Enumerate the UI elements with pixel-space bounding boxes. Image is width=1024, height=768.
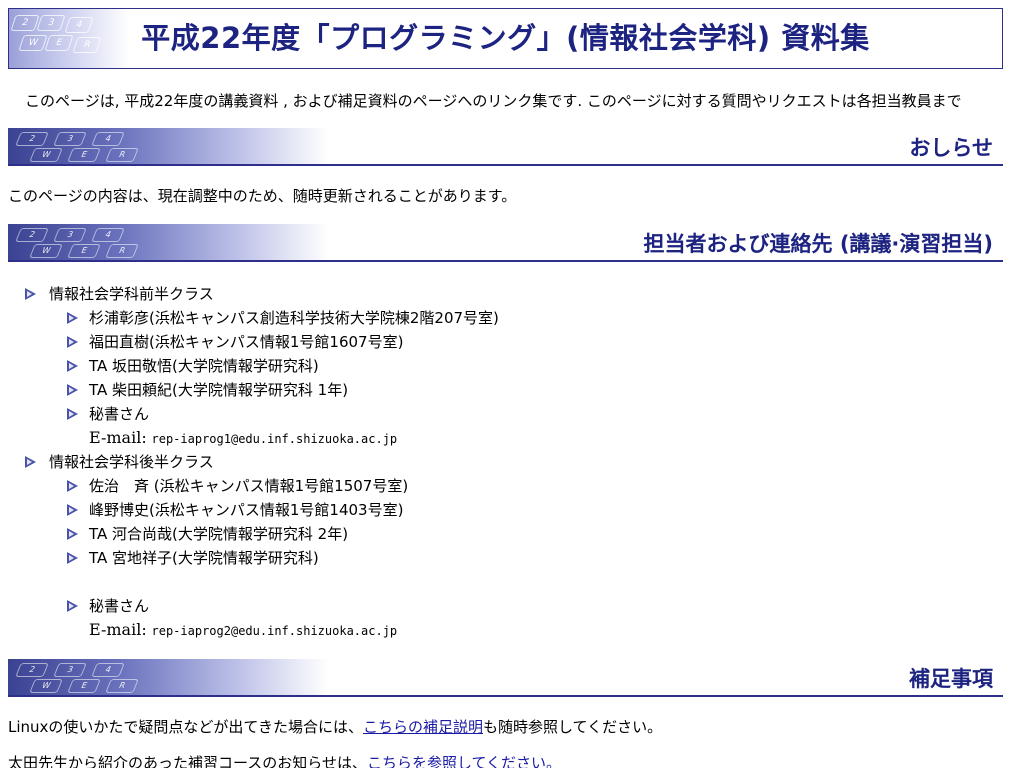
member-name: TA 坂田敬悟(大学院情報学研究科) xyxy=(89,357,319,375)
list-item: 秘書さん xyxy=(25,594,625,618)
linux-help-link[interactable]: こちらの補足説明 xyxy=(363,718,483,736)
keyboard-key: E xyxy=(67,679,101,693)
section-header-notice: 2 3 4 W E R おしらせ xyxy=(8,128,1003,166)
keyboard-key: 4 xyxy=(91,228,125,242)
remedial-course-link[interactable]: こちらを参照してください。 xyxy=(367,754,561,768)
keyboard-strip: 2 3 4 W E R xyxy=(8,128,328,164)
keyboard-key: R xyxy=(105,244,139,258)
section-header-supplement: 2 3 4 W E R 補足事項 xyxy=(8,659,1003,697)
keyboard-key: 3 xyxy=(53,663,87,677)
email-label: E-mail: xyxy=(89,620,147,639)
intro-text: このページは, 平成22年度の講義資料 , および補足資料のページへのリンク集で… xyxy=(25,92,962,110)
supplement-text: Linuxの使いかたで疑問点などが出てきた場合には、 xyxy=(8,718,363,736)
member-name: 佐治 斉 (浜松キャンパス情報1号館1507号室) xyxy=(89,477,409,495)
triangle-bullet-icon xyxy=(25,288,36,300)
list-item: TA 柴田頼紀(大学院情報学研究科 1年) xyxy=(25,378,625,402)
member-name: TA 宮地祥子(大学院情報学研究科) xyxy=(89,549,319,567)
member-name: 福田直樹(浜松キャンパス情報1号館1607号室) xyxy=(89,333,404,351)
list-item: 杉浦彰彦(浜松キャンパス創造科学技術大学院棟2階207号室) xyxy=(25,306,625,330)
keyboard-strip: 2 3 4 W E R xyxy=(8,224,328,260)
page: 2 3 W E 4 R 平成22年度「プログラミング」(情報社会学科) 資料集 … xyxy=(0,0,1024,768)
keyboard-key: W xyxy=(29,148,63,162)
notice-text: このページの内容は、現在調整中のため、随時更新されることがあります。 xyxy=(8,187,517,205)
list-item: 秘書さん xyxy=(25,402,625,426)
keyboard-key: R xyxy=(105,679,139,693)
class-name: 情報社会学科前半クラス xyxy=(49,285,214,303)
keyboard-key: 2 xyxy=(15,663,49,677)
triangle-bullet-icon xyxy=(67,480,78,492)
keyboard-key: 4 xyxy=(91,663,125,677)
list-item: 峰野博史(浜松キャンパス情報1号館1403号室) xyxy=(25,498,625,522)
supplement-line-1: Linuxの使いかたで疑問点などが出てきた場合には、こちらの補足説明も随時参照し… xyxy=(8,716,662,737)
member-name: 秘書さん xyxy=(89,405,150,423)
keyboard-key: W xyxy=(29,244,63,258)
triangle-bullet-icon xyxy=(67,336,78,348)
list-item: TA 宮地祥子(大学院情報学研究科) xyxy=(25,546,625,570)
list-item: 福田直樹(浜松キャンパス情報1号館1607号室) xyxy=(25,330,625,354)
keyboard-key: 3 xyxy=(53,132,87,146)
supplement-text: 太田先生から紹介のあった補習コースのお知らせは、 xyxy=(8,754,367,768)
triangle-bullet-icon xyxy=(67,552,78,564)
keyboard-key: W xyxy=(29,679,63,693)
email-row: E-mail: rep-iaprog1@edu.inf.shizuoka.ac.… xyxy=(25,426,625,450)
keyboard-key: 3 xyxy=(53,228,87,242)
class-item-second-half: 情報社会学科後半クラス xyxy=(25,450,625,474)
class-name: 情報社会学科後半クラス xyxy=(49,453,214,471)
triangle-bullet-icon xyxy=(67,312,78,324)
section-title-contacts: 担当者および連絡先 (講議·演習担当) xyxy=(643,232,993,256)
member-name: TA 柴田頼紀(大学院情報学研究科 1年) xyxy=(89,381,349,399)
section-title-supplement: 補足事項 xyxy=(909,667,993,691)
member-name: 杉浦彰彦(浜松キャンパス創造科学技術大学院棟2階207号室) xyxy=(89,309,499,327)
keyboard-strip: 2 3 4 W E R xyxy=(8,659,328,695)
member-name: 秘書さん xyxy=(89,597,150,615)
triangle-bullet-icon xyxy=(67,600,78,612)
keyboard-key: E xyxy=(67,148,101,162)
triangle-bullet-icon xyxy=(67,528,78,540)
email-address: rep-iaprog1@edu.inf.shizuoka.ac.jp xyxy=(151,432,398,446)
keyboard-key: R xyxy=(105,148,139,162)
keyboard-key: 4 xyxy=(91,132,125,146)
list-item: TA 坂田敬悟(大学院情報学研究科) xyxy=(25,354,625,378)
list-item: 佐治 斉 (浜松キャンパス情報1号館1507号室) xyxy=(25,474,625,498)
section-header-contacts: 2 3 4 W E R 担当者および連絡先 (講議·演習担当) xyxy=(8,224,1003,262)
member-name: TA 河合尚哉(大学院情報学研究科 2年) xyxy=(89,525,349,543)
triangle-bullet-icon xyxy=(25,456,36,468)
triangle-bullet-icon xyxy=(67,408,78,420)
contact-list: 情報社会学科前半クラス 杉浦彰彦(浜松キャンパス創造科学技術大学院棟2階207号… xyxy=(25,282,625,642)
page-title: 平成22年度「プログラミング」(情報社会学科) 資料集 xyxy=(141,21,870,55)
email-label: E-mail: xyxy=(89,428,147,447)
keyboard-key: E xyxy=(67,244,101,258)
section-title-notice: おしらせ xyxy=(909,136,993,160)
triangle-bullet-icon xyxy=(67,504,78,516)
email-row: E-mail: rep-iaprog2@edu.inf.shizuoka.ac.… xyxy=(25,618,625,642)
title-banner: 2 3 W E 4 R 平成22年度「プログラミング」(情報社会学科) 資料集 xyxy=(8,8,1003,69)
keyboard-key: 2 xyxy=(15,228,49,242)
email-address: rep-iaprog2@edu.inf.shizuoka.ac.jp xyxy=(151,624,398,638)
triangle-bullet-icon xyxy=(67,384,78,396)
triangle-bullet-icon xyxy=(67,360,78,372)
class-item-first-half: 情報社会学科前半クラス xyxy=(25,282,625,306)
list-item: TA 河合尚哉(大学院情報学研究科 2年) xyxy=(25,522,625,546)
supplement-text: も随時参照してください。 xyxy=(482,718,663,736)
keyboard-key: 2 xyxy=(15,132,49,146)
supplement-line-2: 太田先生から紹介のあった補習コースのお知らせは、こちらを参照してください。 xyxy=(8,752,561,768)
member-name: 峰野博史(浜松キャンパス情報1号館1403号室) xyxy=(89,501,404,519)
